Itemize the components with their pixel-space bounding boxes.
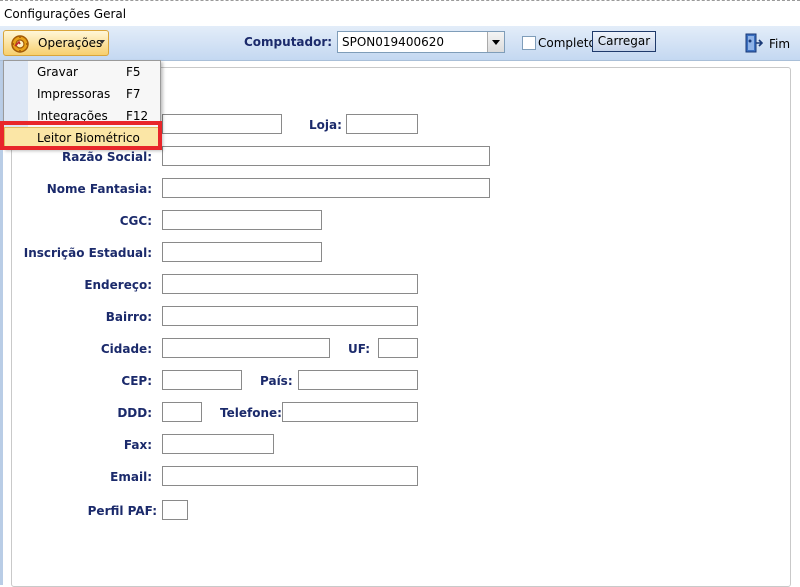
title-bar: Configurações Geral bbox=[0, 0, 800, 27]
perfil-paf-label: Perfil PAF: bbox=[87, 504, 157, 518]
cgc-label: CGC: bbox=[119, 214, 152, 228]
menu-item-gravar[interactable]: Gravar F5 bbox=[4, 61, 160, 83]
perfil-paf-field[interactable] bbox=[162, 500, 188, 520]
loja-field[interactable] bbox=[346, 114, 418, 134]
inscricao-estadual-field[interactable] bbox=[162, 242, 322, 262]
loja-label: Loja: bbox=[309, 118, 342, 132]
cgc-field[interactable] bbox=[162, 210, 322, 230]
endereco-label: Endereço: bbox=[84, 278, 152, 292]
complete-checkbox-label: Completo bbox=[538, 36, 596, 50]
menu-item-impressoras[interactable]: Impressoras F7 bbox=[4, 83, 160, 105]
endereco-field[interactable] bbox=[162, 274, 418, 294]
email-field[interactable] bbox=[162, 466, 418, 486]
telefone-label: Telefone: bbox=[220, 406, 282, 420]
cidade-field[interactable] bbox=[162, 338, 330, 358]
nome-fantasia-field[interactable] bbox=[162, 178, 490, 198]
razao-social-label: Razão Social: bbox=[62, 150, 152, 164]
cep-label: CEP: bbox=[121, 374, 152, 388]
razao-social-field[interactable] bbox=[162, 146, 490, 166]
menu-item-shortcut: F5 bbox=[126, 65, 141, 79]
email-label: Email: bbox=[110, 470, 152, 484]
menu-item-label: Gravar bbox=[37, 65, 78, 79]
cep-field[interactable] bbox=[162, 370, 242, 390]
ddd-field[interactable] bbox=[162, 402, 202, 422]
computer-select-value: SPON019400620 bbox=[342, 35, 444, 49]
cidade-label: Cidade: bbox=[100, 342, 152, 356]
fax-label: Fax: bbox=[123, 438, 152, 452]
exit-door-icon[interactable] bbox=[743, 32, 763, 54]
ddd-label: DDD: bbox=[117, 406, 152, 420]
load-button[interactable]: Carregar bbox=[592, 31, 656, 52]
menu-item-label: Impressoras bbox=[37, 87, 111, 101]
toolbar: Operações Computador: SPON019400620 Comp… bbox=[0, 26, 800, 61]
window-title: Configurações Geral bbox=[4, 7, 127, 21]
nome-fantasia-label: Nome Fantasia: bbox=[46, 182, 152, 196]
bairro-label: Bairro: bbox=[105, 310, 152, 324]
uf-label: UF: bbox=[348, 342, 371, 356]
computer-select[interactable]: SPON019400620 bbox=[337, 31, 505, 53]
telefone-field[interactable] bbox=[282, 402, 418, 422]
highlight-annotation-box bbox=[0, 121, 162, 150]
gear-icon bbox=[11, 35, 29, 53]
fax-field[interactable] bbox=[162, 434, 274, 454]
code-field[interactable] bbox=[162, 114, 282, 134]
menu-item-shortcut: F7 bbox=[126, 87, 141, 101]
pais-label: País: bbox=[260, 374, 293, 388]
bairro-field[interactable] bbox=[162, 306, 418, 326]
computer-label: Computador: bbox=[244, 35, 333, 49]
chevron-down-icon bbox=[99, 40, 105, 44]
operations-menu-button[interactable]: Operações bbox=[3, 30, 109, 56]
complete-checkbox[interactable] bbox=[522, 36, 536, 50]
operations-label: Operações bbox=[38, 36, 103, 50]
exit-label[interactable]: Fim bbox=[769, 37, 790, 51]
pais-field[interactable] bbox=[298, 370, 418, 390]
inscricao-estadual-label: Inscrição Estadual: bbox=[23, 246, 152, 260]
uf-field[interactable] bbox=[378, 338, 418, 358]
dropdown-arrow-icon[interactable] bbox=[487, 32, 504, 52]
